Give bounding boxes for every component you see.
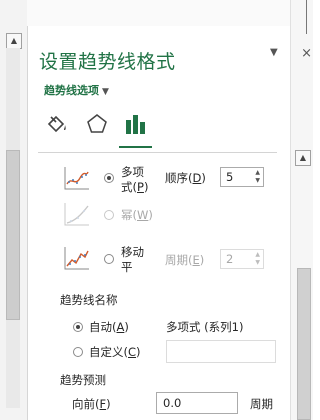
moving-average-label-line2: 平 [121, 260, 133, 274]
pane-options-chevron-icon[interactable]: ▼ [270, 47, 278, 58]
period-label: 周期(E) [165, 253, 205, 267]
polynomial-label-line2: 式(P) [121, 180, 149, 194]
separator [38, 152, 277, 153]
trendline-options-bar-icon[interactable] [124, 112, 148, 140]
left-scrollbar-thumb[interactable] [6, 150, 20, 320]
forward-label: 向前(F) [72, 397, 111, 411]
moving-average-label-line1: 移动 [121, 245, 144, 259]
moving-average-trend-icon [63, 245, 91, 271]
effects-pentagon-icon[interactable] [86, 113, 108, 139]
period-value: 2 [226, 252, 234, 266]
custom-name-label: 自定义(C) [89, 345, 141, 359]
order-value: 5 [226, 170, 234, 184]
forward-periods-input[interactable]: 0.0 [156, 392, 238, 414]
pane-scrollbar-thumb[interactable] [297, 268, 311, 420]
power-radio[interactable] [104, 210, 114, 220]
auto-name-label: 自动(A) [89, 320, 129, 334]
auto-name-radio[interactable] [73, 322, 83, 332]
pane-scroll-up-icon[interactable]: ▲ [295, 150, 311, 166]
forward-unit-label: 周期 [250, 397, 273, 411]
polynomial-label-line1: 多项 [121, 165, 144, 179]
spin-arrows-icon[interactable]: ▲ ▼ [255, 251, 260, 267]
order-stepper[interactable]: 5 ▲ ▼ [220, 167, 264, 187]
power-label: 幂(W) [121, 208, 153, 222]
polynomial-trend-icon [63, 165, 91, 191]
active-category-indicator [119, 146, 152, 148]
period-stepper[interactable]: 2 ▲ ▼ [220, 249, 264, 269]
auto-name-value: 多项式 (系列1) [166, 320, 244, 334]
spin-arrows-icon[interactable]: ▲ ▼ [255, 169, 260, 185]
order-label: 顺序(D) [165, 171, 206, 185]
chevron-down-icon: ▼ [102, 87, 109, 97]
forecast-heading: 趋势预测 [60, 373, 106, 387]
close-icon[interactable]: × [301, 46, 312, 61]
polynomial-radio[interactable] [104, 173, 114, 183]
power-trend-icon [63, 201, 91, 227]
fill-line-icon[interactable] [45, 112, 69, 140]
scroll-up-icon[interactable]: ▲ [6, 33, 22, 49]
custom-name-radio[interactable] [73, 347, 83, 357]
trendline-options-label: 趋势线选项 [44, 84, 99, 97]
pane-title: 设置趋势线格式 [39, 51, 176, 73]
trendline-options-dropdown[interactable]: 趋势线选项 ▼ [44, 82, 109, 98]
moving-average-radio[interactable] [104, 254, 114, 264]
window-divider [306, 0, 307, 34]
custom-name-input[interactable] [166, 340, 276, 363]
trendline-name-heading: 趋势线名称 [60, 293, 118, 307]
top-edge [27, 0, 291, 26]
